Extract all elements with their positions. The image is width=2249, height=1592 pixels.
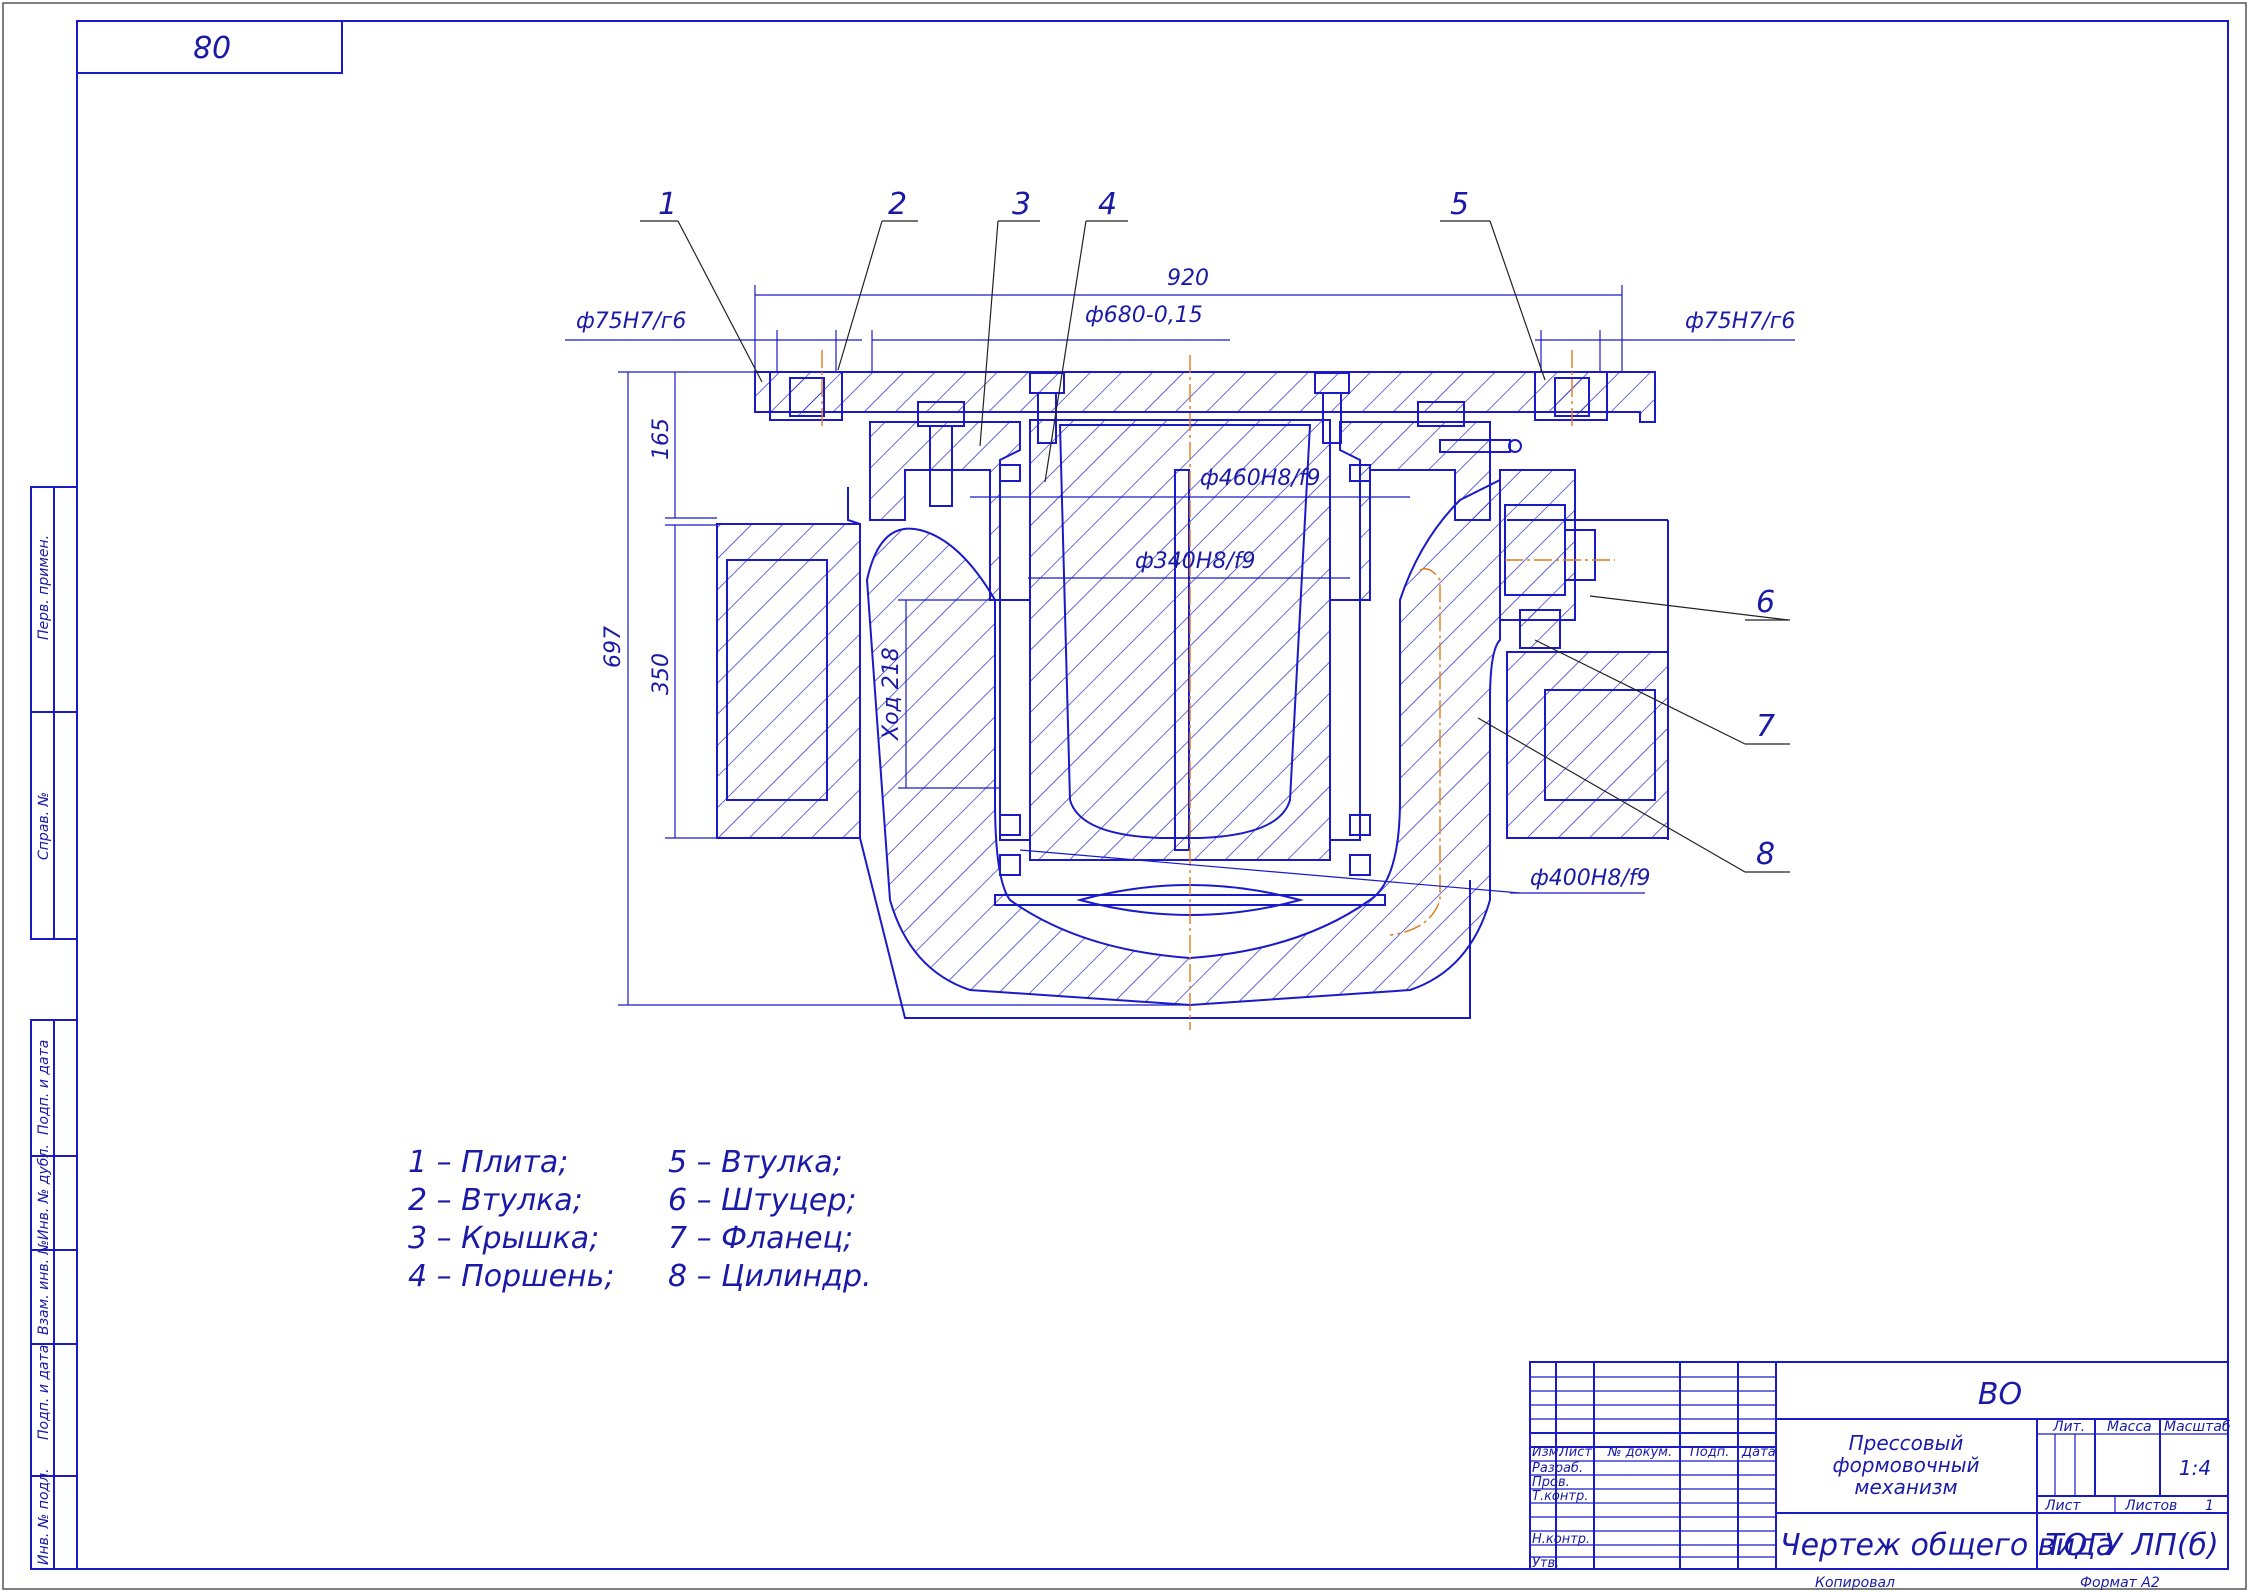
callout-2: 2: [888, 187, 907, 222]
col-list: Лист: [1558, 1445, 1592, 1460]
dim-680: ф680-0,15: [1085, 303, 1203, 328]
part-5: 5 – Втулка;: [668, 1145, 843, 1180]
sheet-label: Лист: [2044, 1498, 2081, 1514]
col-date: Дата: [1741, 1445, 1776, 1460]
part-8: 8 – Цилиндр.: [668, 1259, 872, 1294]
dim-920: 920: [1167, 266, 1209, 291]
lit-label: Лит.: [2052, 1419, 2085, 1435]
org-name: ТОГУ ЛП(б): [2045, 1528, 2219, 1563]
part-6: 6 – Штуцер;: [668, 1183, 857, 1218]
mass-label: Масса: [2107, 1419, 2152, 1435]
col-doc: № докум.: [1607, 1445, 1672, 1460]
part-1: 1 – Плита;: [408, 1145, 568, 1180]
side-stamp-2: Справ. №: [36, 792, 52, 860]
name-line-3: механизм: [1854, 1475, 1957, 1499]
part-3: 3 – Крышка;: [408, 1221, 599, 1256]
scale-label: Масштаб: [2164, 1419, 2231, 1435]
dim-75-right: ф75Н7/г6: [1685, 309, 1795, 334]
sheets-label: Листов: [2124, 1498, 2177, 1514]
mechanism-section: [716, 350, 1669, 1030]
top-stamp: 08: [76, 20, 343, 74]
side-stamp-6: Подп. и дата: [36, 1345, 52, 1440]
dim-697: 697: [601, 626, 626, 668]
row-tkontr: Т.контр.: [1532, 1489, 1588, 1504]
col-sign: Подп.: [1690, 1445, 1729, 1460]
callout-4: 4: [1098, 187, 1117, 222]
side-stamp-5: Взам. инв. №: [36, 1240, 52, 1335]
side-stamp-4: Инв. № дубл.: [36, 1144, 52, 1240]
part-4: 4 – Поршень;: [408, 1259, 614, 1294]
doc-code: ВО: [1978, 1377, 2022, 1412]
side-stamp-7: Инв. № подл.: [36, 1468, 52, 1565]
row-razrab: Разраб.: [1532, 1461, 1583, 1476]
side-stamp-3: Подп. и дата: [36, 1040, 52, 1135]
scale-value: 1:4: [2179, 1456, 2211, 1480]
name-line-2: формовочный: [1832, 1453, 1979, 1477]
copied-label: Копировал: [1815, 1575, 1895, 1591]
dim-stroke: Ход 218: [879, 647, 904, 741]
col-izm: Изм.: [1532, 1445, 1563, 1460]
part-7: 7 – Фланец;: [668, 1221, 853, 1256]
dim-400: ф400Н8/f9: [1530, 866, 1651, 891]
assembly-drawing: 08 Перв. примен. Справ. № Подп. и дата И…: [2, 2, 2247, 1591]
callout-3: 3: [1012, 187, 1031, 222]
dim-460: ф460Н8/f9: [1200, 466, 1321, 491]
callout-6: 6: [1756, 585, 1775, 620]
row-nkontr: Н.контр.: [1532, 1532, 1590, 1547]
sheets-value: 1: [2205, 1498, 2214, 1514]
row-prov: Пров.: [1532, 1475, 1570, 1490]
dim-340: ф340Н8/f9: [1135, 549, 1256, 574]
callout-8: 8: [1756, 837, 1775, 872]
callout-5: 5: [1450, 187, 1469, 222]
dim-75-left: ф75Н7/г6: [576, 309, 686, 334]
callout-7: 7: [1756, 709, 1775, 744]
side-stamp-1: Перв. примен.: [36, 535, 52, 640]
title-block: Изм. Лист № докум. Подп. Дата Разраб. Пр…: [1529, 1361, 2231, 1591]
side-stamp-column: Перв. примен. Справ. № Подп. и дата Инв.…: [30, 486, 78, 1570]
callout-1: 1: [658, 187, 677, 222]
part-2: 2 – Втулка;: [408, 1183, 583, 1218]
dim-350: 350: [649, 653, 674, 695]
top-stamp-text: 08: [193, 28, 231, 63]
name-line-1: Прессовый: [1849, 1431, 1964, 1455]
row-utv: Утв.: [1532, 1556, 1559, 1571]
parts-list: 1 – Плита; 2 – Втулка; 3 – Крышка; 4 – П…: [408, 1145, 872, 1294]
dim-165: 165: [649, 418, 674, 460]
format-label: Формат А2: [2080, 1575, 2160, 1591]
